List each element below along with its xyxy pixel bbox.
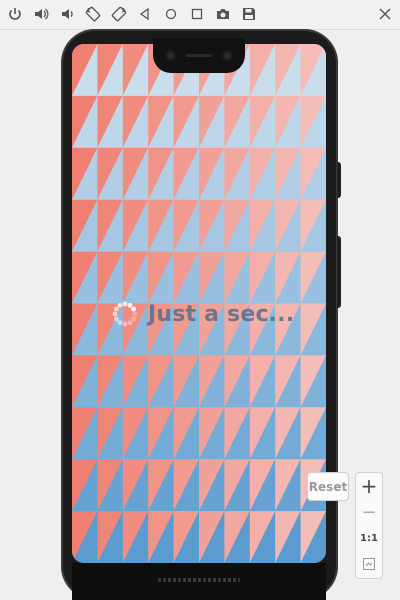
save-icon[interactable] xyxy=(239,4,259,24)
spinner-dot xyxy=(132,311,138,317)
loading-text: Just a sec... xyxy=(148,301,295,327)
spinner-dot xyxy=(117,320,123,326)
spinner-dot xyxy=(117,302,123,308)
actual-size-button[interactable]: 1:1 xyxy=(356,525,382,551)
spinner-dot xyxy=(127,320,133,326)
fit-screen-button[interactable] xyxy=(356,551,382,577)
spinner-dot xyxy=(122,301,128,307)
spinner-dot xyxy=(113,306,119,312)
spinner-dot xyxy=(127,302,133,308)
earpiece-speaker xyxy=(186,54,212,57)
volume-up-icon[interactable] xyxy=(31,4,51,24)
emulator-toolbar xyxy=(0,0,400,30)
camera-notch xyxy=(153,38,245,73)
front-camera-right xyxy=(222,50,233,61)
reset-button[interactable]: Reset xyxy=(307,472,349,501)
volume-down-icon[interactable] xyxy=(57,4,77,24)
zoom-in-button[interactable]: + xyxy=(356,473,382,499)
spinner-dot xyxy=(131,316,137,322)
volume-side-button xyxy=(337,236,341,308)
close-icon[interactable] xyxy=(375,4,395,24)
back-icon[interactable] xyxy=(135,4,155,24)
overview-icon[interactable] xyxy=(187,4,207,24)
zoom-panel: + − 1:1 xyxy=(355,472,383,579)
loading-indicator: Just a sec... xyxy=(110,298,294,330)
home-icon[interactable] xyxy=(161,4,181,24)
power-side-button xyxy=(337,162,341,198)
zoom-out-button[interactable]: − xyxy=(356,499,382,525)
fit-screen-icon xyxy=(363,558,375,570)
power-icon[interactable] xyxy=(5,4,25,24)
bottom-speaker xyxy=(158,578,240,582)
spinner-dot xyxy=(122,321,128,327)
front-camera-left xyxy=(165,50,176,61)
spinner-dot xyxy=(113,316,119,322)
rotate-right-icon[interactable] xyxy=(109,4,129,24)
rotate-left-icon[interactable] xyxy=(83,4,103,24)
camera-icon[interactable] xyxy=(213,4,233,24)
spinner-dot xyxy=(131,306,137,312)
spinner-dot xyxy=(112,311,118,317)
spinner-icon xyxy=(112,301,138,327)
